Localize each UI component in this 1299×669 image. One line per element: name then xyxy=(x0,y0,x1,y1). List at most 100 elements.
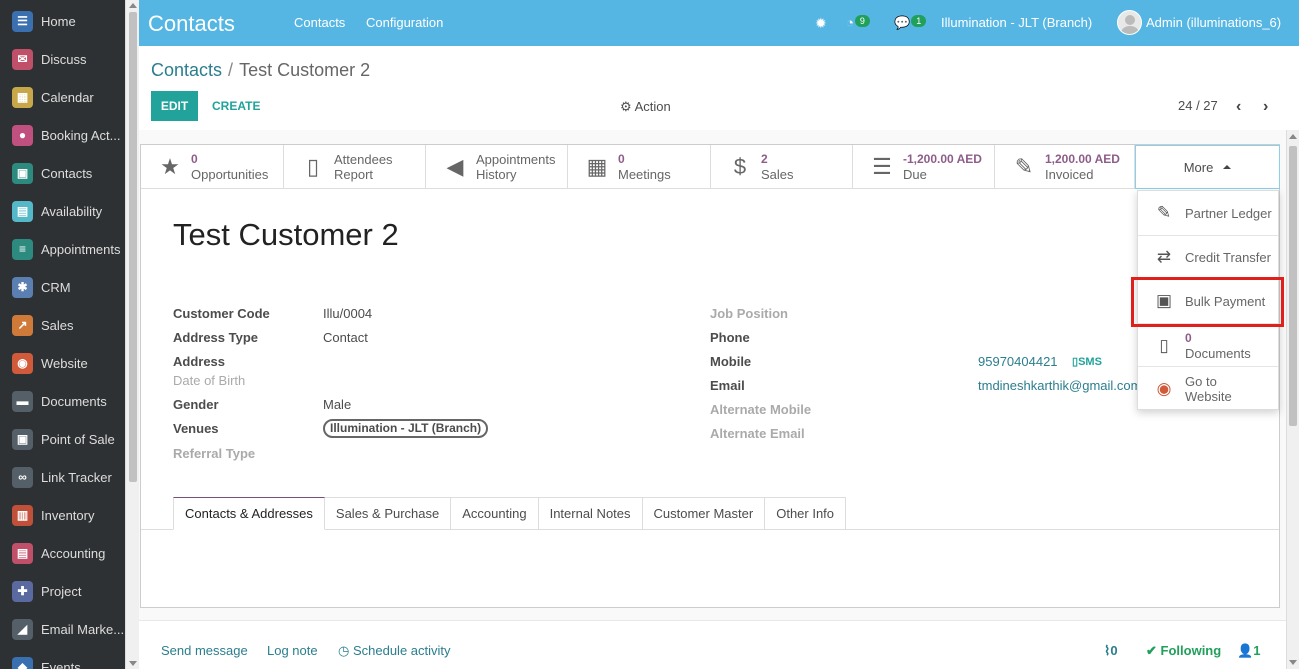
menu-contacts[interactable]: Contacts xyxy=(294,15,345,30)
label-address-type: Address Type xyxy=(173,330,259,345)
sidebar-item-label: Link Tracker xyxy=(41,469,112,485)
smart-button[interactable]: ▯ Attendees Report xyxy=(284,145,426,189)
pager-previous-icon[interactable]: ‹ xyxy=(1236,98,1241,116)
clock-icon: ◷ xyxy=(338,643,350,658)
pager-next-icon[interactable]: › xyxy=(1263,98,1268,116)
events-icon: ◆ xyxy=(12,656,33,669)
sidebar-item[interactable]: ▤ Availability xyxy=(0,192,125,230)
smart-button-label: Due xyxy=(903,167,927,182)
smart-button[interactable]: $2 Sales xyxy=(711,145,853,189)
smart-button[interactable]: ★ 0 Opportunities xyxy=(141,145,284,189)
main-scrollbar[interactable] xyxy=(1286,130,1299,669)
sidebar-item-label: Events xyxy=(41,659,81,669)
tab-customer-master[interactable]: Customer Master xyxy=(642,497,766,530)
messaging-menu[interactable]: 💬 1 xyxy=(894,15,927,31)
calendar-icon: ▦ xyxy=(586,154,608,179)
sidebar-item[interactable]: ▦ Calendar xyxy=(0,78,125,116)
sidebar-item[interactable]: ✚ Project xyxy=(0,572,125,610)
label-address: Address xyxy=(173,354,226,369)
edit-button[interactable]: EDIT xyxy=(151,91,198,121)
action-dropdown[interactable]: ⚙ Action xyxy=(620,99,671,115)
tab-sales-purchase[interactable]: Sales & Purchase xyxy=(324,497,452,530)
company-switcher[interactable]: Illumination - JLT (Branch) xyxy=(941,15,1092,30)
sidebar-scrollbar[interactable] xyxy=(125,0,139,669)
pager-value[interactable]: 24 / 27 xyxy=(1178,98,1218,113)
discuss-icon: ✉ xyxy=(12,48,33,70)
sidebar-item[interactable]: ▣ Contacts xyxy=(0,154,125,192)
sidebar-item[interactable]: ↗ Sales xyxy=(0,306,125,344)
label-job-position: Job Position xyxy=(710,306,788,321)
label-date-of-birth: Date of Birth xyxy=(173,373,246,388)
value-mobile[interactable]: 95970404421 xyxy=(978,354,1058,369)
sidebar-item[interactable]: ✱ CRM xyxy=(0,268,125,306)
smart-button-label: Meetings xyxy=(618,167,671,182)
inventory-icon: ▥ xyxy=(12,504,33,526)
smart-button[interactable]: ▦ 0 Meetings xyxy=(568,145,711,189)
sidebar-item[interactable]: ● Booking Act... xyxy=(0,116,125,154)
schedule-activity-button[interactable]: ◷ Schedule activity xyxy=(338,643,451,659)
sidebar-item[interactable]: ◉ Website xyxy=(0,344,125,382)
sidebar-item[interactable]: ▥ Inventory xyxy=(0,496,125,534)
sidebar-item[interactable]: ▤ Accounting xyxy=(0,534,125,572)
create-button[interactable]: CREATE xyxy=(212,99,260,113)
smart-button[interactable]: ☰ -1,200.00 AED Due xyxy=(853,145,995,189)
send-message-button[interactable]: Send message xyxy=(161,643,248,658)
dollar-icon: $ xyxy=(733,154,747,179)
documents-button[interactable]: ▯ 0 Documents xyxy=(1138,329,1278,363)
tab-contacts-addresses[interactable]: Contacts & Addresses xyxy=(173,497,325,530)
documents-label: Documents xyxy=(1185,346,1251,361)
log-note-button[interactable]: Log note xyxy=(267,643,318,658)
go-to-website-button[interactable]: ◉ Go to Website xyxy=(1138,373,1278,405)
sidebar-item[interactable]: ◢ Email Marke... xyxy=(0,610,125,648)
sidebar-item-label: Availability xyxy=(41,203,103,219)
sidebar-item[interactable]: ≡ Appointments xyxy=(0,230,125,268)
credit-transfer-button[interactable]: ⇄ Credit Transfer xyxy=(1138,245,1278,269)
tab-internal-notes[interactable]: Internal Notes xyxy=(538,497,643,530)
sms-button[interactable]: ▯SMS xyxy=(1072,355,1102,368)
website-icon: ◉ xyxy=(12,352,33,374)
sidebar-item[interactable]: ◆ Events xyxy=(0,648,125,669)
value-customer-code[interactable]: Illu/0004 xyxy=(323,306,372,321)
value-gender[interactable]: Male xyxy=(323,397,351,412)
bug-icon[interactable]: ✹ xyxy=(815,15,827,32)
value-address-type[interactable]: Contact xyxy=(323,330,368,345)
sidebar-item[interactable]: ∞ Link Tracker xyxy=(0,458,125,496)
partner-ledger-button[interactable]: ✎ Partner Ledger xyxy=(1138,201,1278,225)
user-icon: 👤 xyxy=(1237,643,1254,658)
value-email[interactable]: tmdineshkarthik@gmail.com xyxy=(978,378,1138,393)
message-badge: 1 xyxy=(911,15,927,27)
sidebar-item[interactable]: ▬ Documents xyxy=(0,382,125,420)
smart-button-value: Appointments xyxy=(476,152,556,167)
dropdown-divider xyxy=(1138,235,1278,236)
followers-count: 1 xyxy=(1253,643,1261,658)
venue-tag[interactable]: Illumination - JLT (Branch) xyxy=(323,419,489,438)
sidebar-item-label: Point of Sale xyxy=(41,431,115,447)
user-menu[interactable]: Admin (illuminations_6) xyxy=(1146,15,1281,30)
comments-icon: 💬 xyxy=(894,15,911,30)
sidebar-item[interactable]: ☰ Home xyxy=(0,2,125,40)
followers-button[interactable]: 👤1 xyxy=(1237,643,1260,659)
tab-accounting[interactable]: Accounting xyxy=(451,497,539,530)
home-icon: ☰ xyxy=(12,10,33,32)
following-button[interactable]: ✔ Following xyxy=(1146,643,1221,659)
tab-other-info[interactable]: Other Info xyxy=(765,497,847,530)
breadcrumb-contacts[interactable]: Contacts xyxy=(151,60,222,80)
sidebar-item[interactable]: ✉ Discuss xyxy=(0,40,125,78)
smart-button[interactable]: ◀ Appointments History xyxy=(426,145,568,189)
sidebar-item[interactable]: ▣ Point of Sale xyxy=(0,420,125,458)
sidebar-item-label: Inventory xyxy=(41,507,95,523)
user-avatar[interactable] xyxy=(1117,10,1142,35)
activity-menu[interactable]: ◔ 9 xyxy=(846,15,870,30)
attachments-button[interactable]: ⌇0 xyxy=(1104,643,1118,659)
smart-button[interactable]: ✎ 1,200.00 AED Invoiced xyxy=(995,145,1135,189)
more-button[interactable]: More xyxy=(1135,145,1280,189)
label-customer-code: Customer Code xyxy=(173,306,270,321)
menu-configuration[interactable]: Configuration xyxy=(366,15,443,30)
sidebar-item-label: Accounting xyxy=(41,545,106,561)
form-sheet: ★ 0 Opportunities ▯ Attendees Report ◀ Appointm… xyxy=(140,144,1280,608)
contacts-icon: ▣ xyxy=(12,162,33,184)
sidebar-item-label: Discuss xyxy=(41,51,87,67)
smart-button-box: ★ 0 Opportunities ▯ Attendees Report ◀ Appointm… xyxy=(141,145,1279,189)
smart-button-label: Report xyxy=(334,167,374,182)
smart-button-value: 2 xyxy=(761,152,768,166)
